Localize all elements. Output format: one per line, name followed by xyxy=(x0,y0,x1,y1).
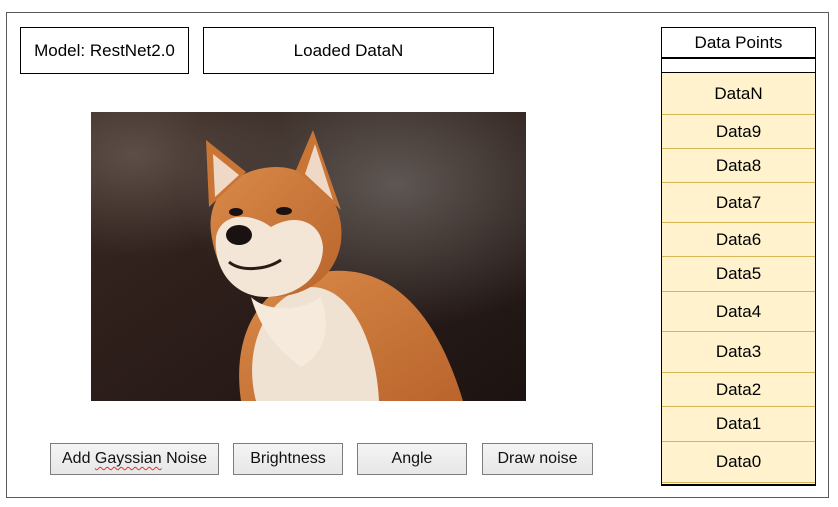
dog-photo-illustration xyxy=(91,112,526,401)
data-point-label: Data3 xyxy=(715,342,762,361)
data-point-item-data3[interactable]: Data3 xyxy=(662,332,815,373)
data-points-spacer xyxy=(661,59,816,73)
data-point-label: Data0 xyxy=(715,452,762,471)
data-point-item-data6[interactable]: Data6 xyxy=(662,223,815,257)
loaded-data-label: Loaded DataN xyxy=(293,40,404,60)
data-point-item-data7[interactable]: Data7 xyxy=(662,183,815,223)
model-label-box: Model: RestNet2.0 xyxy=(20,27,189,74)
data-point-label: Data6 xyxy=(715,229,762,249)
data-point-item-data5[interactable]: Data5 xyxy=(662,257,815,292)
data-point-label: Data9 xyxy=(715,121,762,141)
data-point-item-data0[interactable]: Data0 xyxy=(662,442,815,483)
add-noise-misspelled-word: Gayssian xyxy=(94,450,162,467)
data-point-item-data8[interactable]: Data8 xyxy=(662,149,815,183)
add-noise-suffix: Noise xyxy=(161,450,207,467)
loaded-data-box: Loaded DataN xyxy=(203,27,494,74)
data-point-item-data1[interactable]: Data1 xyxy=(662,407,815,442)
data-points-bottom-edge xyxy=(661,483,816,486)
add-gaussian-noise-button[interactable]: Add Gayssian Noise xyxy=(50,443,219,475)
angle-button[interactable]: Angle xyxy=(357,443,467,475)
data-point-label: DataN xyxy=(714,83,763,103)
brightness-button[interactable]: Brightness xyxy=(233,443,343,475)
data-points-list: DataN Data9 Data8 Data7 Data6 Data5 Data… xyxy=(661,73,816,485)
draw-noise-button[interactable]: Draw noise xyxy=(482,443,593,475)
data-point-item-data2[interactable]: Data2 xyxy=(662,373,815,407)
data-point-label: Data4 xyxy=(715,301,762,321)
data-point-label: Data2 xyxy=(715,379,762,399)
angle-label: Angle xyxy=(391,450,433,467)
data-point-label: Data7 xyxy=(715,192,762,212)
data-point-label: Data1 xyxy=(715,414,762,433)
data-point-item-datan[interactable]: DataN xyxy=(662,73,815,115)
data-points-title: Data Points xyxy=(694,32,783,52)
data-point-item-data9[interactable]: Data9 xyxy=(662,115,815,149)
data-points-header: Data Points xyxy=(661,27,816,59)
data-point-label: Data8 xyxy=(715,155,762,175)
data-points-panel: Data Points DataN Data9 Data8 Data7 Data… xyxy=(661,27,816,488)
model-label: Model: RestNet2.0 xyxy=(34,40,175,60)
data-point-item-data4[interactable]: Data4 xyxy=(662,292,815,332)
draw-noise-label: Draw noise xyxy=(497,450,578,467)
brightness-label: Brightness xyxy=(250,450,326,467)
add-noise-prefix: Add xyxy=(62,450,95,467)
dog-photo xyxy=(91,112,526,401)
data-point-label: Data5 xyxy=(715,264,762,283)
